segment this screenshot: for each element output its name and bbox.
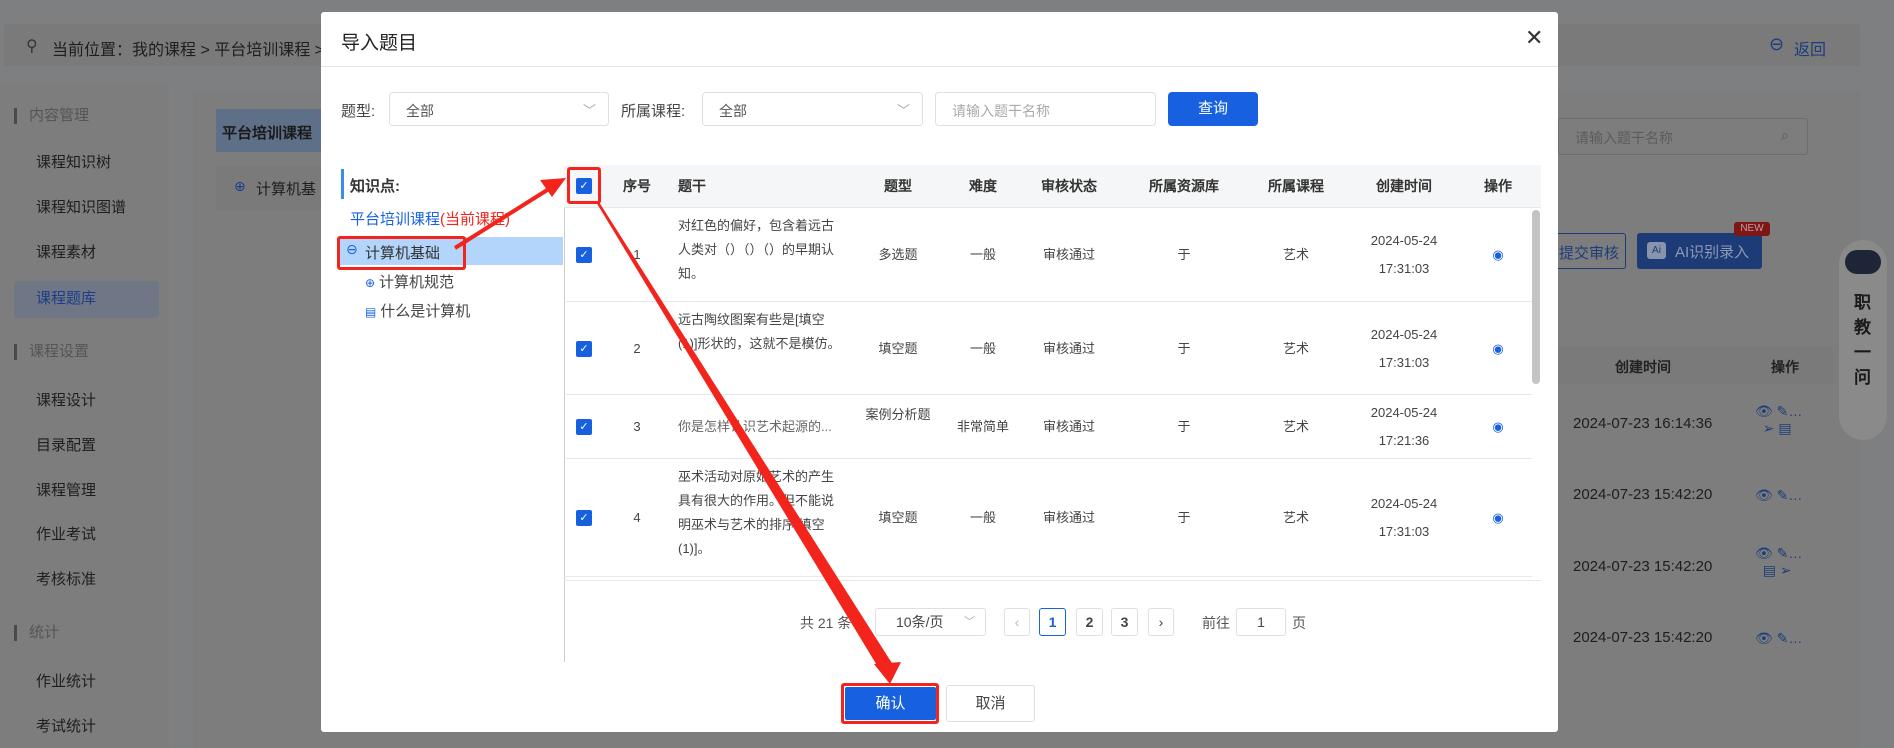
arrowhead: [874, 662, 901, 684]
arrow-checkbox-to-confirm: [596, 202, 895, 672]
arrow-tree-to-checkbox: [453, 185, 554, 250]
annotation-arrows: [453, 178, 901, 684]
